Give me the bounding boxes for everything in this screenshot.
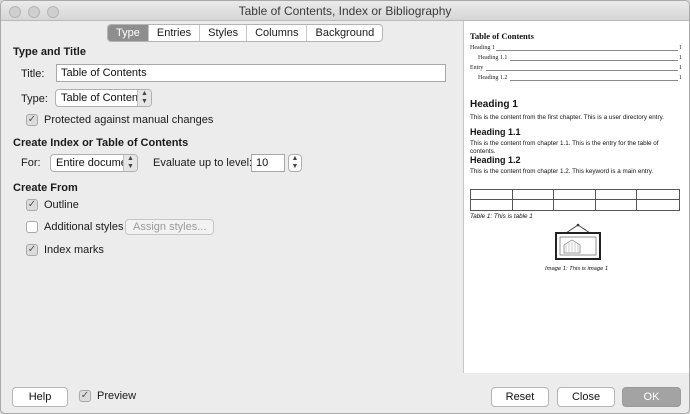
preview-toc-title: Table of Contents [470,31,534,41]
preview-table [470,189,680,211]
window-title: Table of Contents, Index or Bibliography [238,4,452,18]
type-tab-panel: Type and Title Title: Table of Contents … [1,41,456,361]
tab-styles[interactable]: Styles [200,25,248,41]
outline-label: Outline [44,199,79,211]
preview-heading-1-2: Heading 1.2 [470,155,521,165]
dialog-window: Table of Contents, Index or Bibliography… [0,0,690,414]
additional-styles-checkbox[interactable] [26,221,38,233]
create-from-heading: Create From [13,182,78,194]
preview-heading-1: Heading 1 [470,99,518,110]
type-select-value: Table of Contents [61,92,147,104]
tab-columns[interactable]: Columns [247,25,308,41]
index-marks-checkbox[interactable]: ✓ [26,244,38,256]
assign-styles-button[interactable]: Assign styles... [125,219,215,235]
checkmark-icon: ✓ [27,199,37,210]
preview-checkbox-label: Preview [97,390,137,402]
preview-heading-1-1: Heading 1.1 [470,127,521,137]
type-and-title-heading: Type and Title [13,46,86,58]
outline-checkbox[interactable]: ✓ [26,199,38,211]
title-label: Title: [21,68,45,80]
help-button[interactable]: Help [12,387,68,407]
evaluate-level-stepper[interactable]: ▲ ▼ [288,154,302,172]
preview-table-caption: Table 1: This is table 1 [470,213,533,220]
checkmark-icon: ✓ [27,244,37,255]
index-marks-label: Index marks [44,244,104,256]
for-select[interactable]: Entire document ▲ ▼ [50,154,138,172]
preview-toc-entry: Entry 1 [470,65,682,71]
picture-frame-icon [555,223,601,260]
close-button[interactable]: Close [557,387,615,407]
tab-type[interactable]: Type [108,25,149,41]
type-select[interactable]: Table of Contents ▲ ▼ [55,89,152,107]
create-index-heading: Create Index or Table of Contents [13,137,189,149]
title-bar: Table of Contents, Index or Bibliography [1,1,689,21]
dialog-button-bar: Help ✓ Preview Reset Close OK [1,373,689,413]
preview-toc-entry: Heading 1 1 [470,45,682,51]
preview-image-caption: Image 1: This is image 1 [545,266,609,272]
checkmark-icon: ✓ [27,114,37,125]
preview-toc-entry: Heading 1.1 1 [478,55,682,61]
additional-styles-label: Additional styles [44,221,124,233]
preview-paragraph-1: This is the content from the first chapt… [470,114,664,121]
stepper-arrows-icon: ▲ ▼ [291,155,299,170]
up-down-chevron-icon: ▲ ▼ [123,155,137,171]
type-label: Type: [21,93,48,105]
tab-background[interactable]: Background [307,25,382,41]
preview-toc-entry: Heading 1.2 1 [478,75,682,81]
title-input[interactable]: Table of Contents [56,64,446,82]
for-label: For: [21,157,41,169]
preview-checkbox[interactable]: ✓ [79,390,91,402]
preview-paragraph-1-2: This is the content from chapter 1.2. Th… [470,168,654,175]
protected-checkbox[interactable]: ✓ [26,114,38,126]
protected-label: Protected against manual changes [44,114,214,126]
reset-button[interactable]: Reset [491,387,549,407]
tab-entries[interactable]: Entries [149,25,201,41]
preview-paragraph-1-1: This is the content from chapter 1.1. Th… [470,140,659,155]
evaluate-level-input[interactable]: 10 [251,154,285,172]
preview-pane: Table of Contents Heading 1 1 Heading 1.… [463,21,689,373]
ok-button[interactable]: OK [622,387,681,407]
up-down-chevron-icon: ▲ ▼ [137,90,151,106]
tab-bar: Type Entries Styles Columns Background [107,24,384,42]
evaluate-level-label: Evaluate up to level: [153,157,253,169]
checkmark-icon: ✓ [80,390,90,401]
